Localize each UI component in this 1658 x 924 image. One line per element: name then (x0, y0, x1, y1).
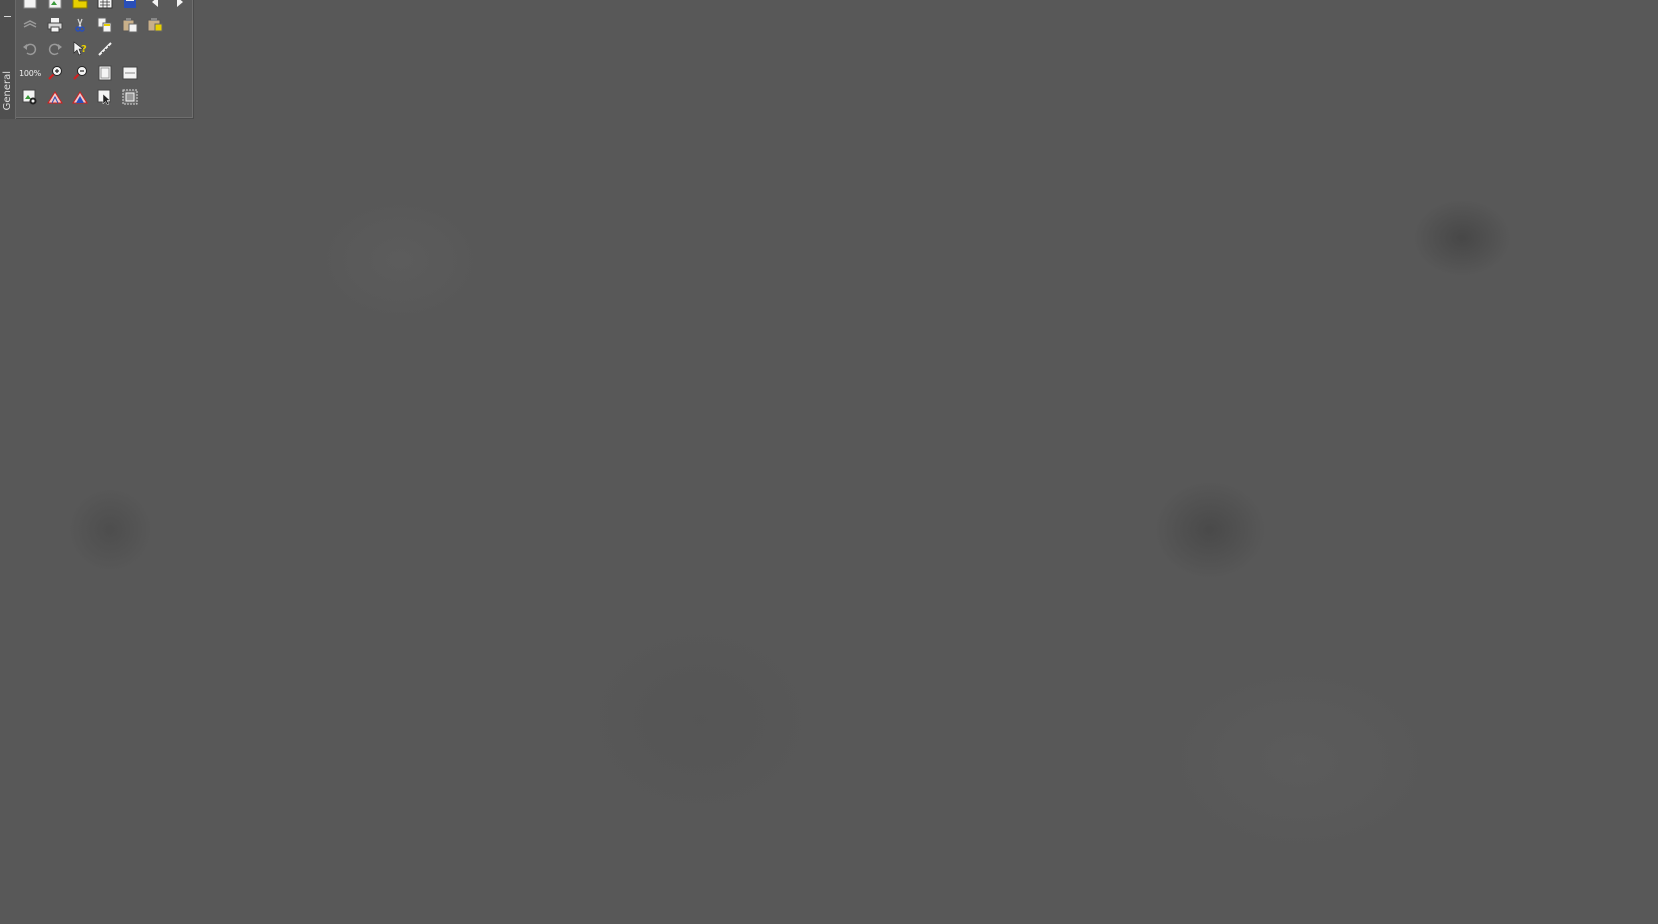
fit-width-button[interactable] (120, 63, 140, 83)
paste-special-button[interactable] (145, 15, 165, 35)
copy-icon (97, 17, 112, 33)
fit-page-button[interactable] (95, 63, 115, 83)
new-file-button[interactable] (20, 0, 40, 12)
workspace-canvas[interactable]: General ? 100% (0, 0, 1658, 924)
forward-arrow-icon (177, 0, 183, 7)
toolbar-row-5 (20, 86, 145, 108)
forward-button[interactable] (170, 0, 190, 12)
cut-button[interactable] (70, 15, 90, 35)
toolbar-row-4: 100% (18, 62, 145, 84)
select-icon (97, 89, 111, 105)
paste-special-icon (147, 18, 163, 32)
toolbar-row-2 (20, 14, 170, 36)
scan-icon (23, 20, 37, 28)
histogram-color-icon (72, 91, 88, 104)
toolbar-grip[interactable]: General (0, 0, 16, 119)
toolbar-row-3: ? (20, 38, 120, 60)
measure-icon (98, 42, 112, 56)
select-button[interactable] (95, 87, 115, 107)
back-button[interactable] (145, 0, 165, 12)
zoom-100-icon: 100% (18, 68, 42, 78)
paste-button[interactable] (120, 15, 140, 35)
redo-button[interactable] (45, 39, 65, 59)
crop-icon (122, 89, 138, 105)
new-image-icon (48, 0, 62, 9)
undo-button[interactable] (20, 39, 40, 59)
measure-button[interactable] (95, 39, 115, 59)
paste-icon (122, 18, 138, 33)
context-help-button[interactable]: ? (70, 39, 90, 59)
zoom-out-icon (73, 66, 87, 80)
zoom-in-button[interactable] (45, 63, 65, 83)
open-button[interactable] (70, 0, 90, 12)
scan-button[interactable] (20, 15, 40, 35)
save-icon (124, 0, 136, 8)
copy-button[interactable] (95, 15, 115, 35)
fit-page-icon (98, 65, 112, 81)
zoom-in-icon (48, 66, 62, 80)
redo-icon (48, 43, 62, 56)
print-icon (47, 18, 63, 33)
zoom-100-button[interactable]: 100% (18, 63, 42, 83)
acquire-icon (22, 89, 37, 105)
new-file-icon (23, 0, 37, 9)
svg-text:?: ? (81, 44, 87, 55)
calendar-button[interactable] (95, 0, 115, 12)
new-image-button[interactable] (45, 0, 65, 12)
back-arrow-icon (152, 0, 158, 7)
open-folder-icon (72, 0, 88, 9)
toolbar-title: General (2, 71, 13, 111)
zoom-out-button[interactable] (70, 63, 90, 83)
fit-width-icon (122, 66, 138, 80)
cut-icon (75, 18, 85, 32)
crop-button[interactable] (120, 87, 140, 107)
histogram-color-button[interactable] (70, 87, 90, 107)
undo-icon (23, 43, 37, 56)
general-toolbar: General ? 100% (0, 0, 195, 119)
grip-collapse-handle[interactable] (4, 16, 11, 17)
print-button[interactable] (45, 15, 65, 35)
toolbar-row-1 (20, 0, 195, 13)
context-help-icon: ? (73, 41, 87, 56)
histogram-icon (47, 91, 63, 104)
histogram-button[interactable] (45, 87, 65, 107)
acquire-button[interactable] (20, 87, 40, 107)
calendar-icon (97, 0, 113, 9)
save-button[interactable] (120, 0, 140, 12)
